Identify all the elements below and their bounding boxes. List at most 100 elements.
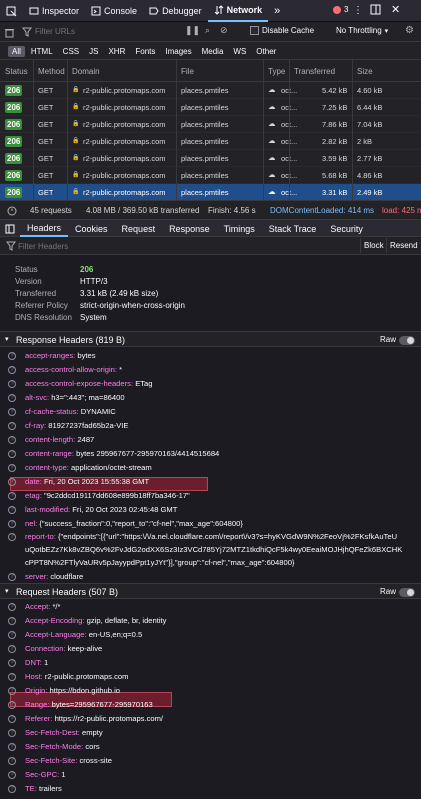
column-header-file[interactable]: File [181, 67, 194, 76]
block-button[interactable]: Block [360, 238, 387, 253]
help-icon[interactable]: ? [8, 435, 16, 444]
help-icon[interactable]: ? [8, 519, 16, 528]
header-row[interactable]: ? etag: "9c2ddcd19117dd608e899b18ff7ba346… [8, 491, 190, 500]
type-filter-html[interactable]: HTML [27, 46, 57, 57]
header-row[interactable]: ? last-modified: Fri, 20 Oct 2023 02:45:4… [8, 505, 177, 514]
header-row[interactable]: ? TE: trailers [8, 784, 62, 793]
help-icon[interactable]: ? [8, 393, 16, 402]
help-icon[interactable]: ? [8, 728, 16, 737]
table-row[interactable]: 206 GET r2-public.protomaps.com places.pmti… [0, 82, 421, 99]
tab-timings[interactable]: Timings [217, 220, 262, 237]
help-icon[interactable]: ? [8, 770, 16, 779]
more-tools-button[interactable]: » [268, 0, 286, 22]
help-icon[interactable]: ? [8, 505, 16, 514]
type-filter-images[interactable]: Images [161, 46, 195, 57]
filter-urls-input[interactable] [35, 24, 175, 39]
table-row[interactable]: 206 GET r2-public.protomaps.com places.pmti… [0, 116, 421, 133]
help-icon[interactable]: ? [8, 742, 16, 751]
table-row[interactable]: 206 GET r2-public.protomaps.com places.pmti… [0, 133, 421, 150]
help-icon[interactable]: ? [8, 686, 16, 695]
tab-debugger[interactable]: Debugger [143, 0, 208, 22]
type-filter-all[interactable]: All [8, 45, 25, 57]
column-header-status[interactable]: Status [5, 67, 28, 76]
network-settings-button[interactable]: ⚙ [405, 25, 414, 36]
header-row[interactable]: ? cf-cache-status: DYNAMIC [8, 407, 116, 416]
column-header-size[interactable]: Size [357, 67, 373, 76]
header-row[interactable]: ? alt-svc: h3=":443"; ma=86400 [8, 393, 125, 402]
table-row[interactable]: 206 GET r2-public.protomaps.com places.pmti… [0, 184, 421, 201]
help-icon[interactable]: ? [8, 784, 16, 793]
dock-button[interactable] [370, 4, 381, 17]
header-row[interactable]: ?uQotbEZz7Kk8vZBQ6v%2FvJdG2odXX6Sz3Iz3VC… [8, 545, 402, 554]
type-filter-css[interactable]: CSS [59, 46, 83, 57]
request-headers-section[interactable]: ▾ Request Headers (507 B) Raw [0, 583, 421, 599]
resend-button[interactable]: Resend [386, 238, 421, 253]
header-row[interactable]: ? report-to: {"endpoints":[{"url":"https:… [8, 532, 397, 541]
tab-cookies[interactable]: Cookies [68, 220, 115, 237]
help-icon[interactable]: ? [8, 351, 16, 360]
request-blocking-button[interactable]: ⊘ [220, 25, 228, 36]
header-row[interactable]: ? Sec-GPC: 1 [8, 770, 66, 779]
header-row[interactable]: ? access-control-expose-headers: ETag [8, 379, 153, 388]
header-row[interactable]: ? Sec-Fetch-Mode: cors [8, 742, 100, 751]
tab-request[interactable]: Request [115, 220, 163, 237]
search-button[interactable]: ⌕ [205, 25, 210, 36]
help-icon[interactable]: ? [8, 644, 16, 653]
table-row[interactable]: 206 GET r2-public.protomaps.com places.pmti… [0, 167, 421, 184]
type-filter-other[interactable]: Other [252, 46, 280, 57]
help-icon[interactable]: ? [8, 463, 16, 472]
help-icon[interactable]: ? [8, 714, 16, 723]
header-row[interactable]: ? Accept-Language: en-US,en;q=0.5 [8, 630, 142, 639]
header-row[interactable]: ? DNT: 1 [8, 658, 48, 667]
type-filter-js[interactable]: JS [85, 46, 102, 57]
header-row[interactable]: ? content-length: 2487 [8, 435, 94, 444]
header-row[interactable]: ? Connection: keep-alive [8, 644, 102, 653]
help-icon[interactable]: ? [8, 379, 16, 388]
help-icon[interactable]: ? [8, 532, 16, 541]
raw-toggle[interactable] [399, 336, 415, 345]
help-icon[interactable]: ? [8, 616, 16, 625]
header-row[interactable]: ? Sec-Fetch-Site: cross-site [8, 756, 112, 765]
filter-headers-input[interactable] [18, 239, 218, 253]
help-icon[interactable]: ? [8, 449, 16, 458]
help-icon[interactable]: ? [8, 756, 16, 765]
header-row[interactable]: ? Range: bytes=295967677-295970163 [8, 700, 153, 709]
tab-inspector[interactable]: Inspector [23, 0, 85, 22]
help-icon[interactable]: ? [8, 491, 16, 500]
help-icon[interactable]: ? [8, 407, 16, 416]
performance-button[interactable] [6, 204, 18, 218]
header-row[interactable]: ?cPPT8N%2FTlyVaURv5pJayypdPpt1yJYt"}],"g… [8, 558, 294, 567]
tab-security[interactable]: Security [323, 220, 370, 237]
column-header-transferred[interactable]: Transferred [294, 67, 335, 76]
column-header-domain[interactable]: Domain [72, 67, 100, 76]
header-row[interactable]: ? cf-ray: 81927237fad65b2a-VIE [8, 421, 128, 430]
column-header-type[interactable]: Type [268, 67, 285, 76]
header-row[interactable]: ? access-control-allow-origin: * [8, 365, 122, 374]
tab-response[interactable]: Response [162, 220, 217, 237]
pick-element-button[interactable] [0, 0, 23, 22]
header-row[interactable]: ? Accept-Encoding: gzip, deflate, br, ide… [8, 616, 166, 625]
tab-headers[interactable]: Headers [20, 220, 69, 237]
help-icon[interactable]: ? [8, 700, 16, 709]
column-header-method[interactable]: Method [38, 67, 65, 76]
throttling-select[interactable]: No Throttling ▾ [336, 26, 388, 35]
tab-network[interactable]: Network [207, 0, 269, 22]
type-filter-fonts[interactable]: Fonts [131, 46, 159, 57]
header-row[interactable]: ? Accept: */* [8, 602, 60, 611]
raw-toggle[interactable] [399, 588, 415, 597]
header-row[interactable]: ? date: Fri, 20 Oct 2023 15:55:38 GMT [8, 477, 149, 486]
response-headers-section[interactable]: ▾ Response Headers (819 B) Raw [0, 331, 421, 347]
help-icon[interactable]: ? [8, 421, 16, 430]
help-icon[interactable]: ? [8, 365, 16, 374]
help-icon[interactable]: ? [8, 630, 16, 639]
header-row[interactable]: ? Referer: https://r2-public.protomaps.co… [8, 714, 163, 723]
header-row[interactable]: ? content-type: application/octet-stream [8, 463, 152, 472]
help-icon[interactable]: ? [8, 477, 16, 486]
disable-cache-checkbox[interactable]: Disable Cache [250, 26, 314, 35]
header-row[interactable]: ? accept-ranges: bytes [8, 351, 96, 360]
options-button[interactable]: ⋮ [353, 5, 363, 16]
help-icon[interactable]: ? [8, 672, 16, 681]
help-icon[interactable]: ? [8, 602, 16, 611]
pause-button[interactable]: ❚❚ [185, 25, 200, 36]
tab-stack-trace[interactable]: Stack Trace [262, 220, 324, 237]
